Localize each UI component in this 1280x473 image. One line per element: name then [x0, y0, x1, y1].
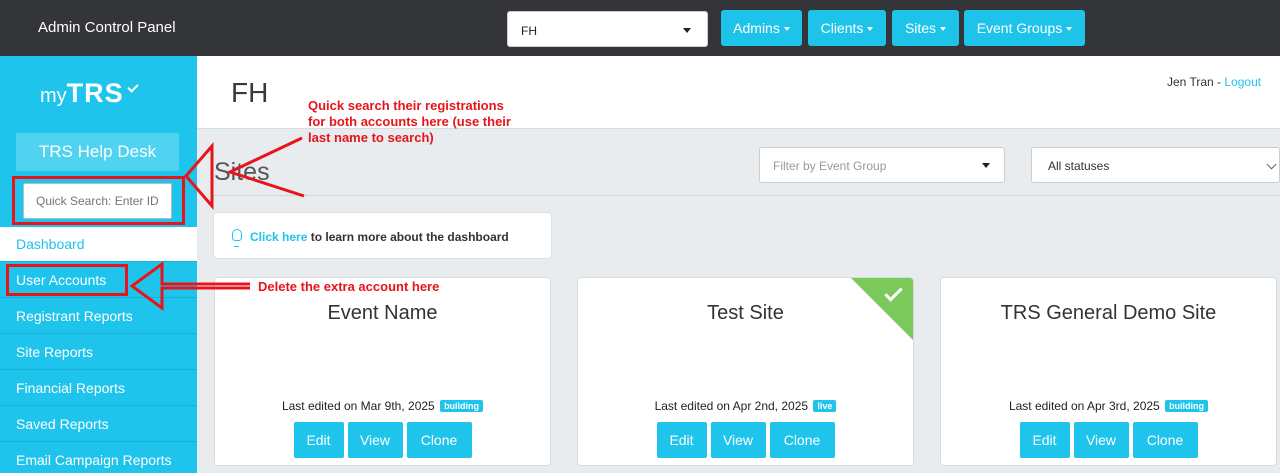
- arrow-to-user-accounts-icon: [129, 261, 250, 311]
- search-annotation: Quick search their registrations for bot…: [308, 98, 511, 146]
- arrow-head-search: [184, 141, 214, 211]
- delete-annotation: Delete the extra account here: [258, 279, 440, 294]
- annotation-arrows: [129, 136, 305, 311]
- search-annotation-line: last name to search): [308, 130, 434, 145]
- arrow-to-search-icon: [225, 136, 305, 198]
- search-annotation-line: Quick search their registrations: [308, 98, 504, 113]
- search-annotation-line: for both accounts here (use their: [308, 114, 511, 129]
